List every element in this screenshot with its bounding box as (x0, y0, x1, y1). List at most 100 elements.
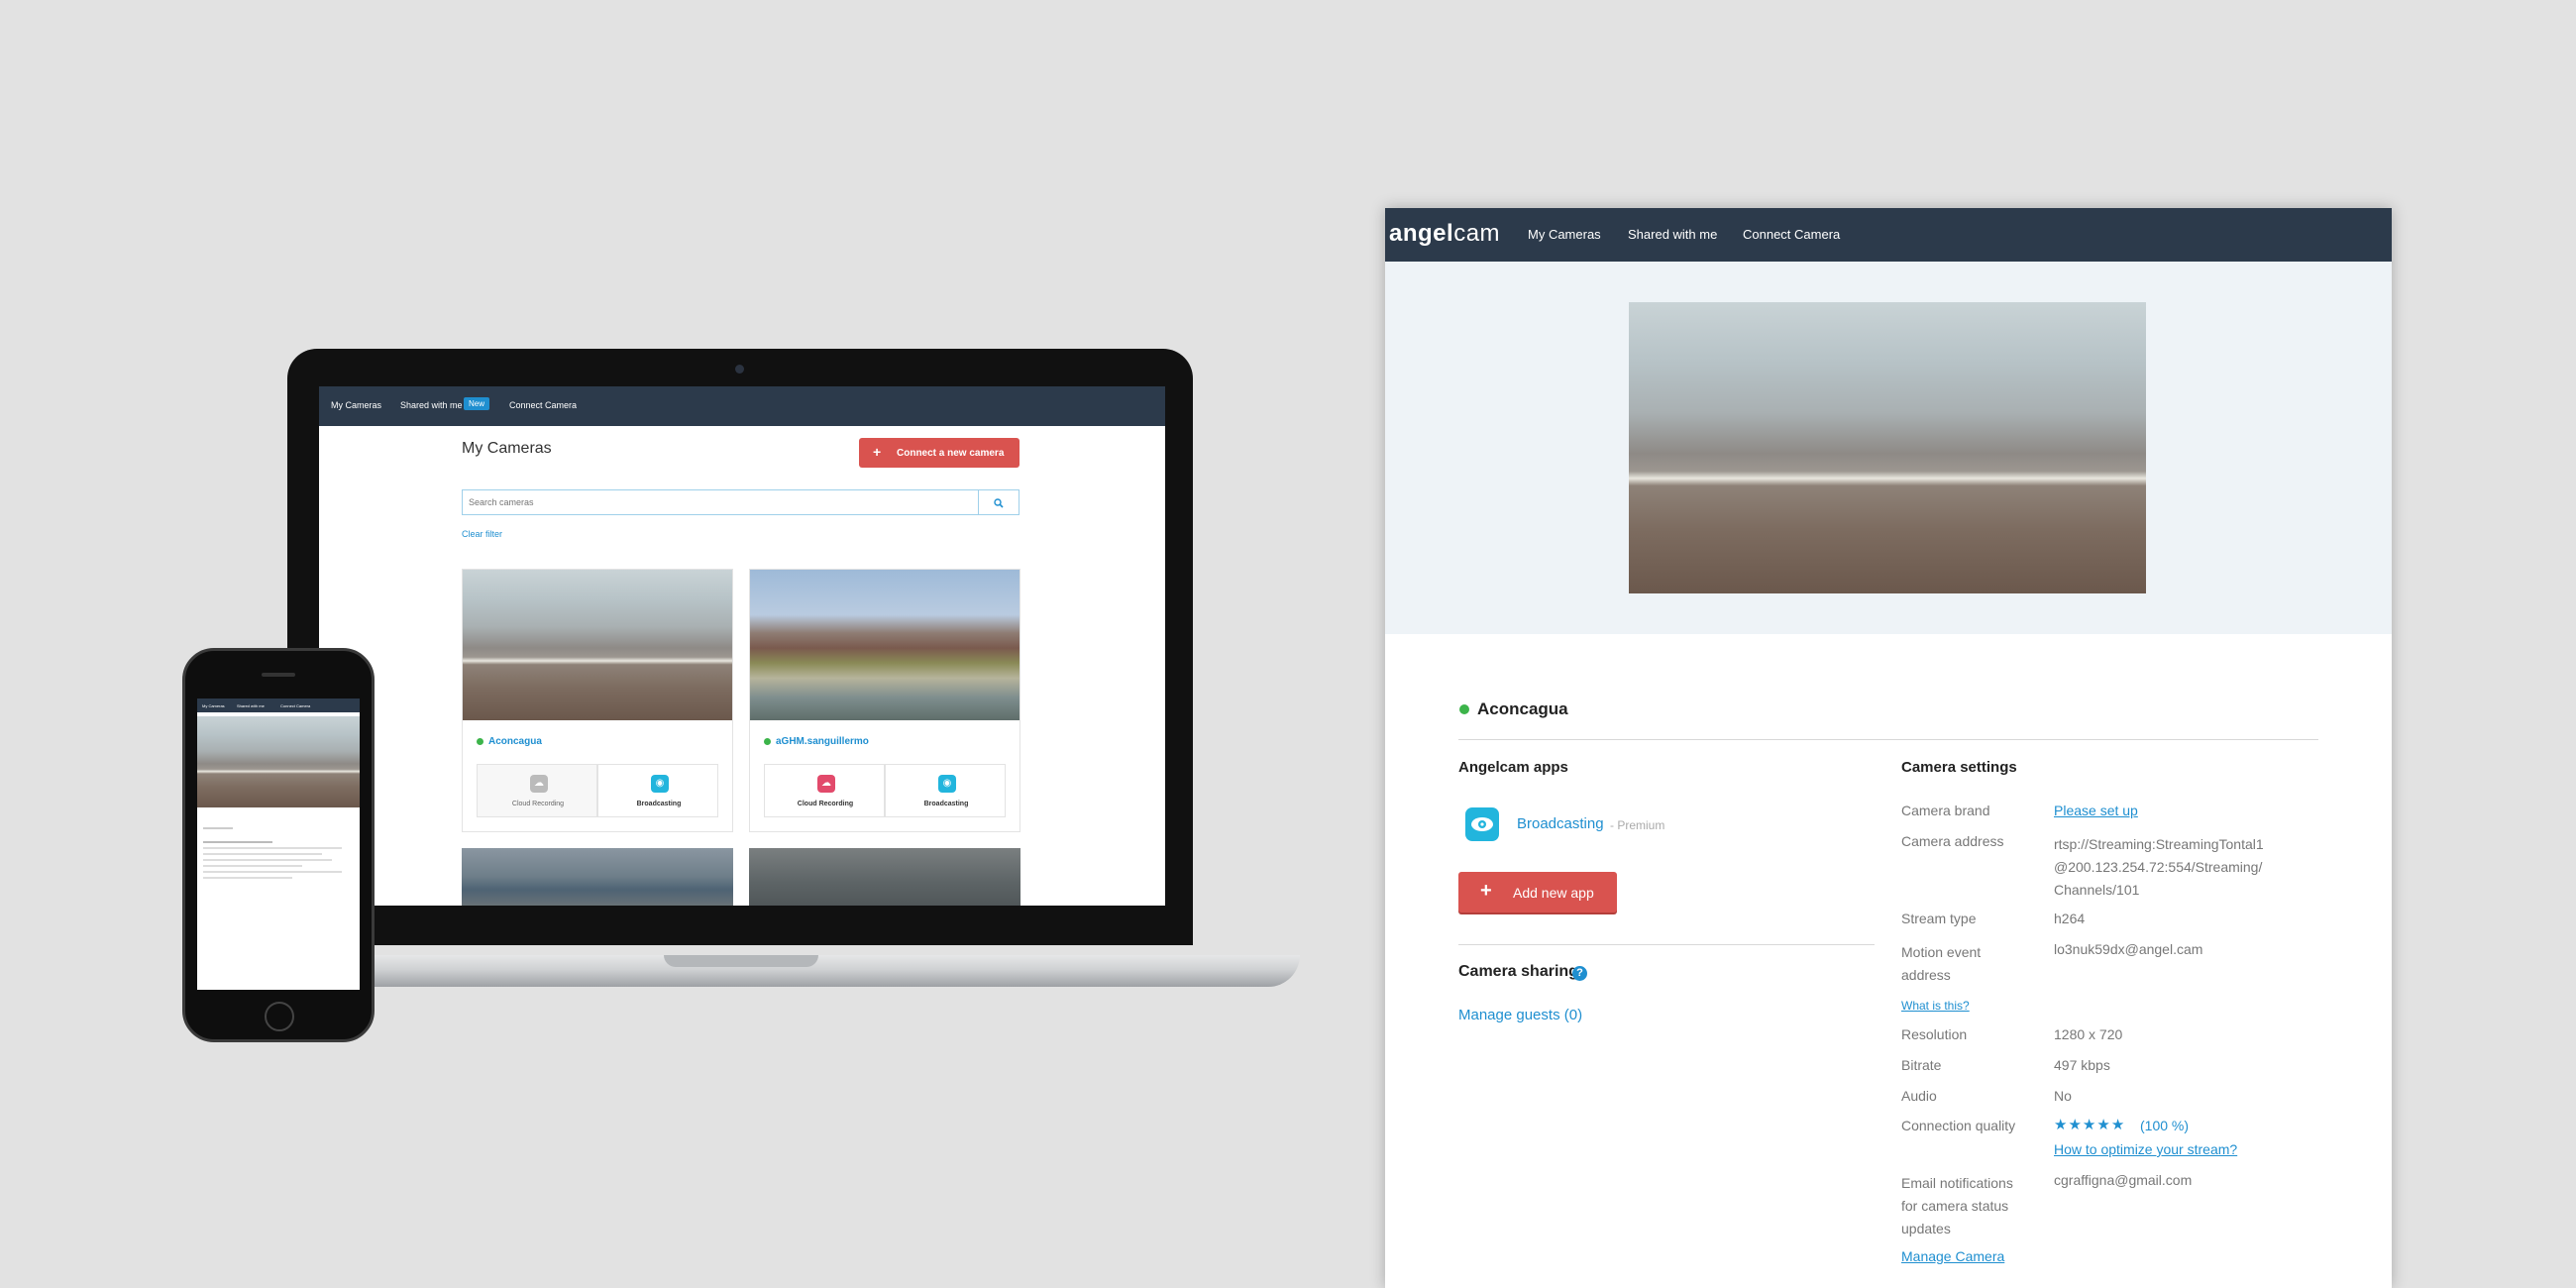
camera-video-preview[interactable] (1629, 302, 2146, 593)
nav-shared-with-me[interactable]: Shared with me (400, 400, 463, 410)
star-icon: ★ (2054, 1117, 2069, 1133)
star-icon: ★ (2082, 1117, 2097, 1133)
camera-card-name[interactable]: aGHM.sanguillermo (776, 736, 869, 747)
video-stage (1385, 262, 2392, 634)
plus-icon: + (873, 444, 882, 460)
phone-camera-preview[interactable] (197, 716, 360, 807)
bitrate-label: Bitrate (1901, 1057, 1942, 1073)
nav-my-cameras[interactable]: My Cameras (331, 400, 381, 410)
brand-logo-cam: cam (1453, 220, 1501, 247)
camera-thumbnail[interactable] (750, 570, 1020, 720)
connection-quality-value: (100 %) (2140, 1118, 2190, 1133)
camera-card-name[interactable]: Aconcagua (488, 736, 542, 747)
camera-name: Aconcagua (1477, 699, 1568, 718)
phone-navbar: My Cameras Shared with me Connect Camera (197, 698, 360, 712)
optimize-stream-link[interactable]: How to optimize your stream? (2054, 1141, 2237, 1157)
motion-event-value: lo3nuk59dx@angel.cam (2054, 941, 2203, 957)
audio-label: Audio (1901, 1088, 1937, 1104)
connection-quality-label: Connection quality (1901, 1118, 2016, 1133)
phone-nav-item[interactable]: Connect Camera (280, 703, 310, 708)
app-tile-broadcasting[interactable]: ◉ Broadcasting (597, 764, 718, 817)
nav-connect-camera[interactable]: Connect Camera (509, 400, 577, 410)
cloud-icon: ☁ (817, 775, 835, 793)
add-new-app-button[interactable]: + Add new app (1458, 872, 1617, 912)
clear-filter-link[interactable]: Clear filter (462, 529, 502, 539)
manage-camera-link[interactable]: Manage Camera (1901, 1248, 2004, 1264)
phone-device: My Cameras Shared with me Connect Camera (182, 648, 375, 1042)
laptop-camera-dot (735, 365, 744, 374)
stream-type-label: Stream type (1901, 911, 1977, 926)
online-status-dot (477, 738, 483, 745)
motion-event-label: Motion event address (1901, 944, 1982, 983)
star-icon: ★ (2068, 1117, 2083, 1133)
app-tile-cloud-recording[interactable]: ☁ Cloud Recording (764, 764, 885, 817)
camera-thumbnail[interactable] (749, 848, 1020, 906)
app-tile-label: Cloud Recording (511, 801, 565, 807)
camera-card[interactable]: Aconcagua ☁ Cloud Recording ◉ Broadcasti… (462, 569, 733, 832)
app-tile-label: Broadcasting (923, 801, 969, 807)
phone-home-button[interactable] (265, 1002, 294, 1031)
camera-brand-label: Camera brand (1901, 803, 1990, 818)
detail-navbar: angelcam My Cameras Shared with me Conne… (1385, 208, 2392, 262)
search-input[interactable] (462, 489, 979, 515)
eye-icon (1471, 817, 1493, 831)
eye-icon: ◉ (938, 775, 956, 793)
app-name-link[interactable]: Broadcasting (1517, 815, 1604, 832)
eye-icon: ◉ (651, 775, 669, 793)
app-tier: - Premium (1610, 818, 1665, 832)
what-is-this-link[interactable]: What is this? (1901, 999, 1970, 1013)
laptop-hinge-notch (664, 955, 818, 967)
phone-screen: My Cameras Shared with me Connect Camera (197, 698, 360, 990)
online-status-dot (764, 738, 771, 745)
cloud-icon: ☁ (530, 775, 548, 793)
app-tile-label: Broadcasting (636, 801, 682, 807)
star-icon: ★ (2110, 1117, 2126, 1133)
bitrate-value: 497 kbps (2054, 1057, 2110, 1073)
brand-logo-angel: angel (1389, 220, 1454, 247)
online-status-dot (1459, 704, 1469, 714)
camera-address-label: Camera address (1901, 833, 2004, 849)
manage-guests-link[interactable]: Manage guests (0) (1458, 1007, 1582, 1023)
app-tile-broadcasting[interactable]: ◉ Broadcasting (885, 764, 1006, 817)
app-tile-label: Cloud Recording (797, 801, 854, 807)
laptop-screen: My Cameras Shared with me New Connect Ca… (319, 386, 1165, 906)
app-tile-cloud-recording[interactable]: ☁ Cloud Recording (477, 764, 597, 817)
nav-my-cameras[interactable]: My Cameras (1528, 227, 1601, 242)
laptop-device: My Cameras Shared with me New Connect Ca… (287, 349, 1193, 945)
phone-speaker (262, 673, 295, 677)
brand-logo[interactable]: angelcam (1389, 220, 1500, 248)
search-button[interactable] (978, 489, 1020, 515)
resolution-label: Resolution (1901, 1026, 1968, 1042)
audio-value: No (2054, 1088, 2072, 1104)
section-divider (1458, 739, 2318, 740)
camera-brand-link[interactable]: Please set up (2054, 803, 2138, 818)
camera-address-value: rtsp://Streaming:StreamingTontal1@200.12… (2054, 836, 2264, 898)
camera-thumbnail[interactable] (462, 848, 733, 906)
left-divider (1458, 944, 1875, 945)
phone-nav-item[interactable]: My Cameras (202, 703, 225, 708)
add-new-app-label: Add new app (1513, 885, 1594, 901)
camera-thumbnail[interactable] (463, 570, 732, 720)
phone-nav-item[interactable]: Shared with me (237, 703, 265, 708)
connect-camera-button[interactable]: + Connect a new camera (859, 438, 1020, 468)
search-icon (994, 498, 1004, 508)
nav-shared-with-me[interactable]: Shared with me (1628, 227, 1717, 242)
nav-connect-camera[interactable]: Connect Camera (1743, 227, 1840, 242)
camera-detail-page: angelcam My Cameras Shared with me Conne… (1385, 208, 2392, 1288)
connect-camera-label: Connect a new camera (897, 448, 1005, 459)
sharing-heading: Camera sharing (1458, 963, 1578, 980)
new-badge: New (464, 397, 490, 410)
broadcasting-app-icon[interactable] (1465, 807, 1499, 841)
camera-card[interactable]: aGHM.sanguillermo ☁ Cloud Recording ◉ Br… (749, 569, 1020, 832)
email-notifications-value: cgraffigna@gmail.com (2054, 1172, 2193, 1188)
help-icon[interactable]: ? (1572, 966, 1587, 981)
settings-heading: Camera settings (1901, 759, 2017, 776)
email-notifications-label: Email notifications for camera status up… (1901, 1175, 2013, 1236)
apps-heading: Angelcam apps (1458, 759, 1568, 776)
stream-type-value: h264 (2054, 911, 2086, 926)
page-title: My Cameras (462, 440, 552, 457)
phone-content-lines (203, 827, 352, 976)
resolution-value: 1280 x 720 (2054, 1026, 2123, 1042)
star-icon: ★ (2096, 1117, 2111, 1133)
plus-icon: + (1480, 880, 1492, 902)
